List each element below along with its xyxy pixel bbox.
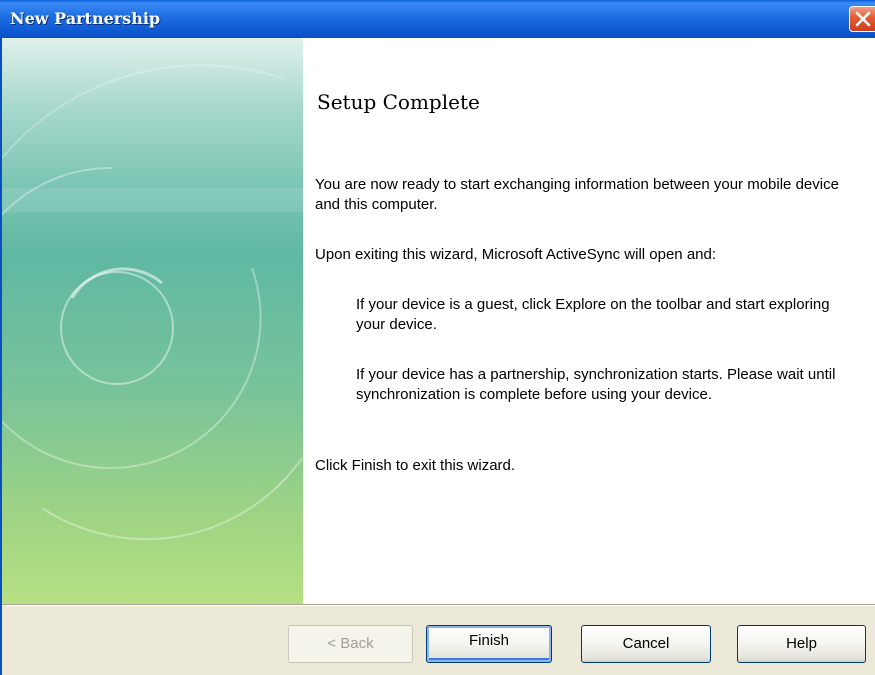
wizard-window: New Partnership Setup Complete You are n… <box>0 0 875 675</box>
finish-instruction-text: Click Finish to exit this wizard. <box>315 457 516 474</box>
button-bar: < Back Finish Cancel Help <box>2 606 875 675</box>
wizard-side-graphic <box>2 38 303 604</box>
partnership-info-text: If your device has a partnership, synchr… <box>356 366 836 403</box>
finish-button[interactable]: Finish <box>426 625 552 663</box>
back-button[interactable]: < Back <box>288 625 413 663</box>
close-button[interactable] <box>849 6 875 32</box>
wizard-content: Setup Complete You are now ready to star… <box>303 38 875 604</box>
window-title: New Partnership <box>10 9 161 28</box>
title-bar[interactable]: New Partnership <box>0 0 875 38</box>
guest-info-text: If your device is a guest, click Explore… <box>356 296 830 333</box>
intro-text: You are now ready to start exchanging in… <box>315 176 839 213</box>
swirl-graphic <box>2 64 303 541</box>
help-button[interactable]: Help <box>737 625 866 663</box>
exit-info-text: Upon exiting this wizard, Microsoft Acti… <box>315 246 717 263</box>
cancel-button[interactable]: Cancel <box>581 625 711 663</box>
close-icon <box>855 11 871 27</box>
page-title: Setup Complete <box>317 90 480 114</box>
